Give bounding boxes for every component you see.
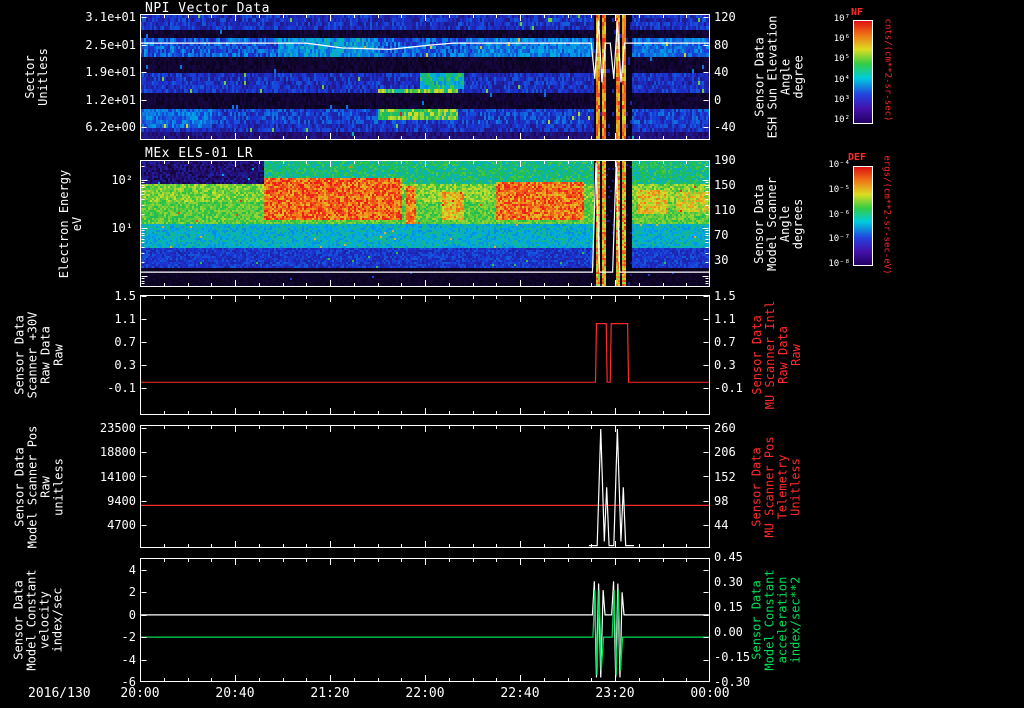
els-spectrogram-canvas	[140, 160, 710, 287]
panel3-left-ticks: 1.5 1.1 0.7 0.3 -0.1	[84, 290, 136, 394]
axis-label-line: Raw	[51, 344, 66, 366]
panel2-y-axis-label: Electron Energy eV	[52, 160, 90, 287]
colorbar-tick-label: 10⁶	[833, 34, 850, 45]
axis-label-line: Sensor Data	[12, 315, 27, 395]
y-tick-label: 10²	[111, 173, 133, 187]
colorbar2-gradient	[853, 166, 873, 266]
x-tick-label: 20:40	[215, 686, 255, 701]
panel4-y-axis-label: Sensor Data Model Scanner Pos Raw unitle…	[10, 425, 68, 548]
panel4-right-axis-label: Sensor Data MU Scanner Pos Telemetry Uni…	[748, 425, 806, 548]
colorbar-tick-label: 10⁵	[833, 54, 850, 65]
y-tick-label: 1.1	[114, 312, 136, 326]
colorbar-tick-label: 10⁴	[833, 74, 850, 85]
colorbar-tick-label: 10⁻⁷	[828, 234, 850, 245]
panel1-y-axis-label: Sector Unitless	[18, 14, 56, 140]
colorbar2-ticks: 10⁻⁴ 10⁻⁵ 10⁻⁶ 10⁻⁷ 10⁻⁸	[798, 161, 850, 269]
y-tick-label: -2	[121, 630, 136, 645]
x-tick-label: 00:00	[690, 686, 730, 701]
axis-label-line: Sensor Data	[752, 37, 767, 117]
axis-label-line: Angle	[778, 58, 793, 96]
x-tick-label: 23:20	[595, 686, 635, 701]
y-tick-label: 14100	[99, 469, 136, 484]
panel5-left-ticks: 4 2 0 -2 -4 -6	[84, 564, 136, 688]
colorbar1-title: NF	[851, 7, 864, 18]
axis-label-line: index/sec**2	[789, 576, 803, 664]
y-tick-label: 4	[128, 563, 136, 577]
panel3-right-axis-label: Sensor Data MU Scanner Intl Raw Data Raw	[748, 295, 806, 415]
colorbar-tick-label: 10⁻⁵	[828, 184, 850, 195]
axis-label-line: Unitless	[36, 48, 51, 106]
colorbar-tick-label: 10⁷	[833, 14, 850, 24]
panel2-title: MEx ELS-01 LR	[145, 146, 254, 161]
axis-label-line: Raw	[789, 344, 803, 366]
axis-label-line: ESH Sun Elevation	[765, 15, 780, 139]
y-tick-label: 0.7	[114, 335, 136, 349]
axis-label-line: Raw Data	[776, 326, 790, 384]
scanner-pos-plot-canvas	[140, 425, 710, 548]
panel1-left-ticks: 3.1e+01 2.5e+01 1.9e+01 1.2e+01 6.2e+00	[84, 11, 136, 133]
y-tick-label: 10¹	[111, 221, 133, 235]
y-tick-label: 1.5	[114, 289, 136, 303]
colorbar2-title: DEF	[848, 152, 867, 163]
panel3-y-axis-label: Sensor Data Scanner +30V Raw Data Raw	[10, 295, 68, 415]
axis-label-line: Sensor Data	[750, 315, 764, 395]
colorbar-tick-label: 10²	[833, 114, 850, 125]
x-tick-label: 22:00	[405, 686, 445, 701]
scanner-raw-plot-canvas	[140, 295, 710, 415]
y-tick-label: 2	[128, 585, 136, 600]
colorbar-tick-label: 10⁻⁶	[828, 209, 850, 220]
y-tick-label: -4	[121, 652, 136, 667]
x-tick-label: 21:20	[310, 686, 350, 701]
panel5-y-axis-label: Sensor Data Model Constant velocity inde…	[10, 558, 68, 682]
y-tick-label: 0.3	[114, 358, 136, 372]
axis-label-line: Scanner +30V	[25, 311, 40, 399]
y-tick-label: 1.2e+01	[85, 92, 136, 107]
y-tick-label: -0.1	[107, 381, 136, 395]
y-tick-label: 18800	[99, 445, 136, 460]
colorbar-tick-label: 10³	[833, 94, 850, 105]
colorbar2-unit-label: ergs/(cm**2-sr-sec-eV)	[882, 155, 892, 275]
y-tick-label: 1.9e+01	[85, 65, 136, 79]
y-tick-label: 9400	[107, 493, 136, 508]
multi-panel-science-plot: NPI Vector Data Sector Unitless 3.1e+01 2…	[0, 0, 1024, 708]
model-constant-plot-canvas	[140, 558, 710, 682]
y-tick-label: 0	[128, 607, 136, 622]
panel5-right-axis-label: Sensor Data Model Constant acceleration …	[748, 558, 806, 682]
axis-label-line: Raw Data	[38, 326, 53, 384]
colorbar1-gradient	[853, 20, 873, 124]
y-tick-label: 23500	[99, 421, 136, 435]
axis-label-line: Raw	[38, 475, 53, 498]
axis-label-line: Sensor Data	[12, 446, 27, 527]
x-tick-label: 20:00	[120, 686, 160, 701]
colorbar1-ticks: 10⁷ 10⁶ 10⁵ 10⁴ 10³ 10²	[798, 15, 850, 125]
colorbar-tick-label: 10⁻⁴	[828, 160, 850, 170]
axis-label-line: unitless	[51, 457, 66, 516]
y-tick-label: 2.5e+01	[85, 37, 136, 52]
axis-label-line: Unitless	[789, 457, 803, 516]
date-label: 2016/130	[28, 686, 91, 701]
x-tick-label: 22:40	[500, 686, 540, 701]
axis-label-line: Model Scanner Pos	[25, 425, 40, 548]
colorbar1-unit-label: cnts/(cm**2-sr-sec)	[882, 18, 893, 122]
colorbar-tick-label: 10⁻⁸	[828, 259, 850, 269]
axis-label-line: MU Scanner Intl	[763, 300, 777, 410]
axis-label-line: Electron Energy	[57, 169, 71, 278]
axis-label-line: eV	[70, 216, 84, 231]
y-tick-label: 6.2e+00	[85, 120, 136, 134]
npi-spectrogram-canvas	[140, 14, 710, 140]
y-tick-label: 3.1e+01	[85, 10, 136, 24]
panel4-left-ticks: 23500 18800 14100 9400 4700	[84, 422, 136, 531]
axis-label-line: index/sec	[51, 587, 65, 653]
y-tick-label: 4700	[107, 518, 136, 532]
